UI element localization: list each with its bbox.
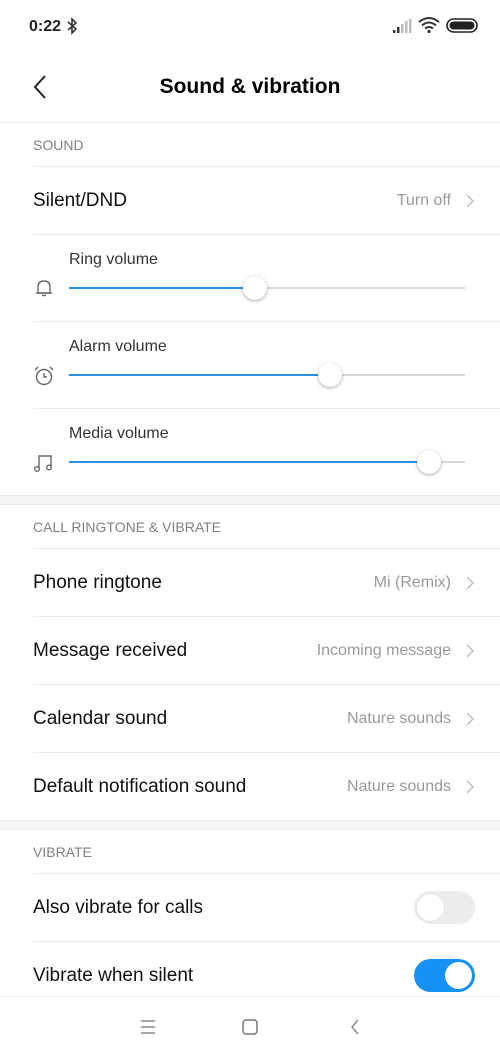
wifi-icon <box>418 17 440 34</box>
alarm-volume-slider[interactable] <box>69 363 465 387</box>
home-icon[interactable] <box>238 1015 262 1039</box>
music-note-icon <box>34 455 52 472</box>
row-label: Silent/DND <box>33 189 127 211</box>
phone-ringtone-row[interactable]: Phone ringtone Mi (Remix) <box>0 549 500 616</box>
alarm-clock-icon <box>34 366 54 386</box>
vibrate-when-silent-toggle[interactable] <box>414 959 475 992</box>
status-bar: 0:22 <box>0 0 500 54</box>
also-vibrate-for-calls-toggle[interactable] <box>414 891 475 924</box>
slider-thumb[interactable] <box>318 363 343 387</box>
section-gap <box>0 820 500 830</box>
slider-label: Media volume <box>69 425 169 442</box>
page-title: Sound & vibration <box>159 75 341 98</box>
row-label: Vibrate when silent <box>33 964 194 986</box>
row-label: Default notification sound <box>33 775 247 797</box>
section-gap <box>0 495 500 505</box>
media-volume-row: Media volume <box>0 409 500 495</box>
row-value: Incoming message <box>316 641 451 659</box>
signal-icon <box>393 19 412 33</box>
row-value: Mi (Remix) <box>373 573 451 591</box>
section-header-sound: SOUND <box>33 136 84 153</box>
slider-thumb[interactable] <box>243 276 268 300</box>
slider-fill <box>69 461 430 463</box>
row-value: Nature sounds <box>346 709 451 727</box>
toggle-knob <box>445 962 472 989</box>
slider-label: Ring volume <box>69 251 158 268</box>
ring-volume-slider[interactable] <box>69 276 465 300</box>
slider-thumb[interactable] <box>417 450 442 474</box>
chevron-right-icon <box>466 194 474 207</box>
default-notification-sound-row[interactable]: Default notification sound Nature sounds <box>0 753 500 820</box>
also-vibrate-for-calls-row: Also vibrate for calls <box>0 874 500 941</box>
chevron-right-icon <box>466 712 474 725</box>
row-label: Calendar sound <box>33 707 168 729</box>
media-volume-slider[interactable] <box>69 450 465 474</box>
navigation-bar <box>0 996 500 1056</box>
row-label: Message received <box>33 639 188 661</box>
header: Sound & vibration <box>0 54 500 122</box>
message-received-row[interactable]: Message received Incoming message <box>0 617 500 684</box>
chevron-right-icon <box>466 576 474 589</box>
row-value: Nature sounds <box>346 777 451 795</box>
slider-fill <box>69 374 331 376</box>
slider-label: Alarm volume <box>69 338 167 355</box>
bell-icon <box>36 280 52 297</box>
toggle-knob <box>417 894 444 921</box>
ring-volume-row: Ring volume <box>0 235 500 321</box>
calendar-sound-row[interactable]: Calendar sound Nature sounds <box>0 685 500 752</box>
chevron-right-icon <box>466 644 474 657</box>
row-value: Turn off <box>396 191 451 209</box>
section-header-vibrate: VIBRATE <box>33 843 92 860</box>
row-label: Phone ringtone <box>33 571 162 593</box>
alarm-volume-row: Alarm volume <box>0 322 500 408</box>
silent-dnd-row[interactable]: Silent/DND Turn off <box>0 167 500 234</box>
menu-icon[interactable] <box>136 1015 160 1039</box>
slider-fill <box>69 287 256 289</box>
settings-list: SOUND Silent/DND Turn off Ring volume Al… <box>0 122 500 1009</box>
status-time: 0:22 <box>29 18 62 35</box>
back-icon[interactable] <box>343 1015 367 1039</box>
chevron-right-icon <box>466 780 474 793</box>
section-header-ringtone: CALL RINGTONE & VIBRATE <box>33 518 222 535</box>
row-label: Also vibrate for calls <box>33 896 204 918</box>
bluetooth-icon <box>67 17 78 35</box>
battery-icon <box>446 18 478 33</box>
